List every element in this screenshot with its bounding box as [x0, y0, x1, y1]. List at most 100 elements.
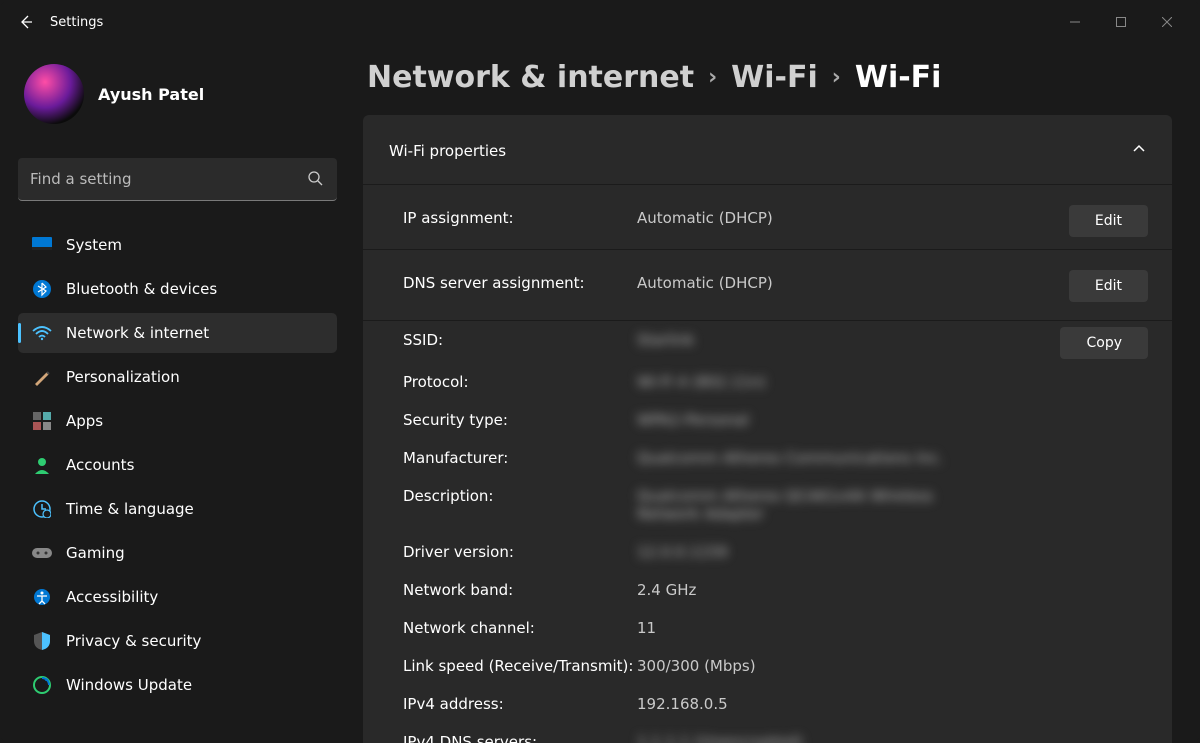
channel-value: 11	[637, 613, 1148, 643]
manufacturer-label: Manufacturer:	[387, 443, 637, 473]
edit-dns-button[interactable]: Edit	[1069, 270, 1148, 302]
ipv4dns-value: 1.1.1.1 (Unencrypted)	[637, 727, 1148, 743]
apps-icon	[32, 411, 52, 431]
sidebar-item-label: Gaming	[66, 544, 125, 562]
monitor-icon	[32, 235, 52, 255]
ip-assignment-value: Automatic (DHCP)	[637, 203, 1069, 233]
ipv4dns-label: IPv4 DNS servers:	[387, 727, 637, 743]
breadcrumb-network-internet[interactable]: Network & internet	[367, 60, 694, 95]
sidebar-item-gaming[interactable]: Gaming	[18, 533, 337, 573]
driver-value: 12.0.0.1159	[637, 537, 1148, 567]
protocol-row: Protocol: Wi-Fi 4 (802.11n)	[363, 363, 1172, 401]
search-input[interactable]	[18, 158, 337, 201]
maximize-button[interactable]	[1098, 7, 1144, 37]
ipv4dns-row: IPv4 DNS servers: 1.1.1.1 (Unencrypted)	[363, 723, 1172, 743]
wifi-properties-card: Wi-Fi properties IP assignment: Automati…	[363, 115, 1172, 743]
breadcrumb-current: Wi-Fi	[855, 60, 942, 95]
close-button[interactable]	[1144, 7, 1190, 37]
window-title: Settings	[50, 15, 103, 30]
security-label: Security type:	[387, 405, 637, 435]
edit-ip-button[interactable]: Edit	[1069, 205, 1148, 237]
sidebar-item-windows-update[interactable]: Windows Update	[18, 665, 337, 705]
sidebar-item-apps[interactable]: Apps	[18, 401, 337, 441]
protocol-label: Protocol:	[387, 367, 637, 397]
wifi-icon	[32, 323, 52, 343]
user-profile[interactable]: Ayush Patel	[18, 64, 337, 124]
linkspeed-value: 300/300 (Mbps)	[637, 651, 1148, 681]
sidebar-item-privacy[interactable]: Privacy & security	[18, 621, 337, 661]
brush-icon	[32, 367, 52, 387]
linkspeed-label: Link speed (Receive/Transmit):	[387, 651, 637, 681]
card-body: IP assignment: Automatic (DHCP) Edit DNS…	[363, 184, 1172, 743]
accessibility-icon	[32, 587, 52, 607]
update-icon	[32, 675, 52, 695]
minimize-icon	[1070, 17, 1080, 27]
sidebar-item-accounts[interactable]: Accounts	[18, 445, 337, 485]
manufacturer-value: Qualcomm Atheros Communications Inc.	[637, 443, 1148, 473]
window-controls	[1052, 7, 1190, 37]
manufacturer-row: Manufacturer: Qualcomm Atheros Communica…	[363, 439, 1172, 477]
ssid-row: SSID: Starlink Copy	[363, 320, 1172, 363]
card-title: Wi-Fi properties	[389, 142, 506, 160]
dns-assignment-label: DNS server assignment:	[387, 268, 637, 298]
sidebar: Ayush Patel System Bluetooth & devices	[0, 44, 355, 743]
security-value: WPA2-Personal	[637, 405, 1148, 435]
breadcrumb-wifi[interactable]: Wi-Fi	[731, 60, 818, 95]
titlebar: Settings	[0, 0, 1200, 44]
card-header[interactable]: Wi-Fi properties	[363, 115, 1172, 184]
sidebar-item-label: System	[66, 236, 122, 254]
clock-globe-icon	[32, 499, 52, 519]
ip-assignment-label: IP assignment:	[387, 203, 637, 233]
maximize-icon	[1116, 17, 1126, 27]
ssid-label: SSID:	[387, 325, 637, 355]
sidebar-item-label: Privacy & security	[66, 632, 201, 650]
person-icon	[32, 455, 52, 475]
description-label: Description:	[387, 481, 637, 511]
ipv4-label: IPv4 address:	[387, 689, 637, 719]
sidebar-item-label: Accounts	[66, 456, 134, 474]
channel-label: Network channel:	[387, 613, 637, 643]
driver-label: Driver version:	[387, 537, 637, 567]
sidebar-item-label: Apps	[66, 412, 103, 430]
back-button[interactable]	[10, 6, 42, 38]
band-row: Network band: 2.4 GHz	[363, 571, 1172, 609]
sidebar-item-label: Accessibility	[66, 588, 158, 606]
sidebar-item-label: Personalization	[66, 368, 180, 386]
bluetooth-icon	[32, 279, 52, 299]
avatar	[24, 64, 84, 124]
main-content: Network & internet › Wi-Fi › Wi-Fi Wi-Fi…	[355, 44, 1200, 743]
sidebar-item-personalization[interactable]: Personalization	[18, 357, 337, 397]
breadcrumb: Network & internet › Wi-Fi › Wi-Fi	[363, 60, 1172, 95]
sidebar-item-label: Windows Update	[66, 676, 192, 694]
ipv4-row: IPv4 address: 192.168.0.5	[363, 685, 1172, 723]
dns-assignment-row: DNS server assignment: Automatic (DHCP) …	[363, 249, 1172, 320]
minimize-button[interactable]	[1052, 7, 1098, 37]
ipv4-value: 192.168.0.5	[637, 689, 1148, 719]
band-label: Network band:	[387, 575, 637, 605]
gamepad-icon	[32, 543, 52, 563]
channel-row: Network channel: 11	[363, 609, 1172, 647]
protocol-value: Wi-Fi 4 (802.11n)	[637, 367, 1148, 397]
sidebar-item-label: Bluetooth & devices	[66, 280, 217, 298]
driver-row: Driver version: 12.0.0.1159	[363, 533, 1172, 571]
ssid-value: Starlink	[637, 325, 1060, 355]
dns-assignment-value: Automatic (DHCP)	[637, 268, 1069, 298]
search-wrapper	[18, 158, 337, 201]
shield-icon	[32, 631, 52, 651]
arrow-left-icon	[18, 14, 34, 30]
sidebar-item-bluetooth[interactable]: Bluetooth & devices	[18, 269, 337, 309]
security-row: Security type: WPA2-Personal	[363, 401, 1172, 439]
sidebar-item-accessibility[interactable]: Accessibility	[18, 577, 337, 617]
band-value: 2.4 GHz	[637, 575, 1148, 605]
description-row: Description: Qualcomm Atheros QCA61x4A W…	[363, 477, 1172, 533]
user-name: Ayush Patel	[98, 85, 204, 104]
copy-button[interactable]: Copy	[1060, 327, 1148, 359]
linkspeed-row: Link speed (Receive/Transmit): 300/300 (…	[363, 647, 1172, 685]
sidebar-item-label: Network & internet	[66, 324, 209, 342]
app-body: Ayush Patel System Bluetooth & devices	[0, 44, 1200, 743]
ip-assignment-row: IP assignment: Automatic (DHCP) Edit	[363, 185, 1172, 249]
sidebar-item-time-language[interactable]: Time & language	[18, 489, 337, 529]
chevron-up-icon	[1132, 141, 1146, 160]
sidebar-item-network[interactable]: Network & internet	[18, 313, 337, 353]
sidebar-item-system[interactable]: System	[18, 225, 337, 265]
